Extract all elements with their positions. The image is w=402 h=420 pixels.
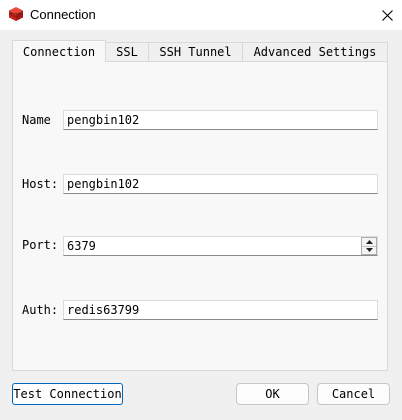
window-title: Connection <box>30 7 96 22</box>
host-label: Host: <box>22 177 59 191</box>
connection-panel <box>12 61 388 371</box>
host-input[interactable] <box>63 174 378 194</box>
spin-down-button[interactable] <box>362 245 376 255</box>
spin-up-icon <box>365 239 373 244</box>
port-input[interactable] <box>63 236 378 256</box>
tab-connection[interactable]: Connection <box>12 40 106 62</box>
spin-down-icon <box>365 248 373 253</box>
title-bar: Connection <box>0 0 402 30</box>
auth-label: Auth: <box>22 303 59 317</box>
auth-input[interactable] <box>63 300 378 320</box>
tab-ssl[interactable]: SSL <box>105 42 149 61</box>
ok-button[interactable]: OK <box>236 383 309 405</box>
cancel-button[interactable]: Cancel <box>317 383 390 405</box>
tab-ssh-tunnel[interactable]: SSH Tunnel <box>148 42 243 61</box>
port-label: Port: <box>22 238 59 252</box>
spin-up-button[interactable] <box>362 238 376 246</box>
tab-bar: Connection SSL SSH Tunnel Advanced Setti… <box>12 40 388 62</box>
port-stepper[interactable] <box>361 237 377 255</box>
redis-cube-icon <box>8 6 24 22</box>
name-input[interactable] <box>63 110 378 130</box>
tab-advanced-settings[interactable]: Advanced Settings <box>242 42 388 61</box>
name-label: Name <box>22 113 51 127</box>
close-button[interactable] <box>372 0 402 30</box>
test-connection-button[interactable]: Test Connection <box>12 383 123 405</box>
close-icon <box>381 9 393 21</box>
